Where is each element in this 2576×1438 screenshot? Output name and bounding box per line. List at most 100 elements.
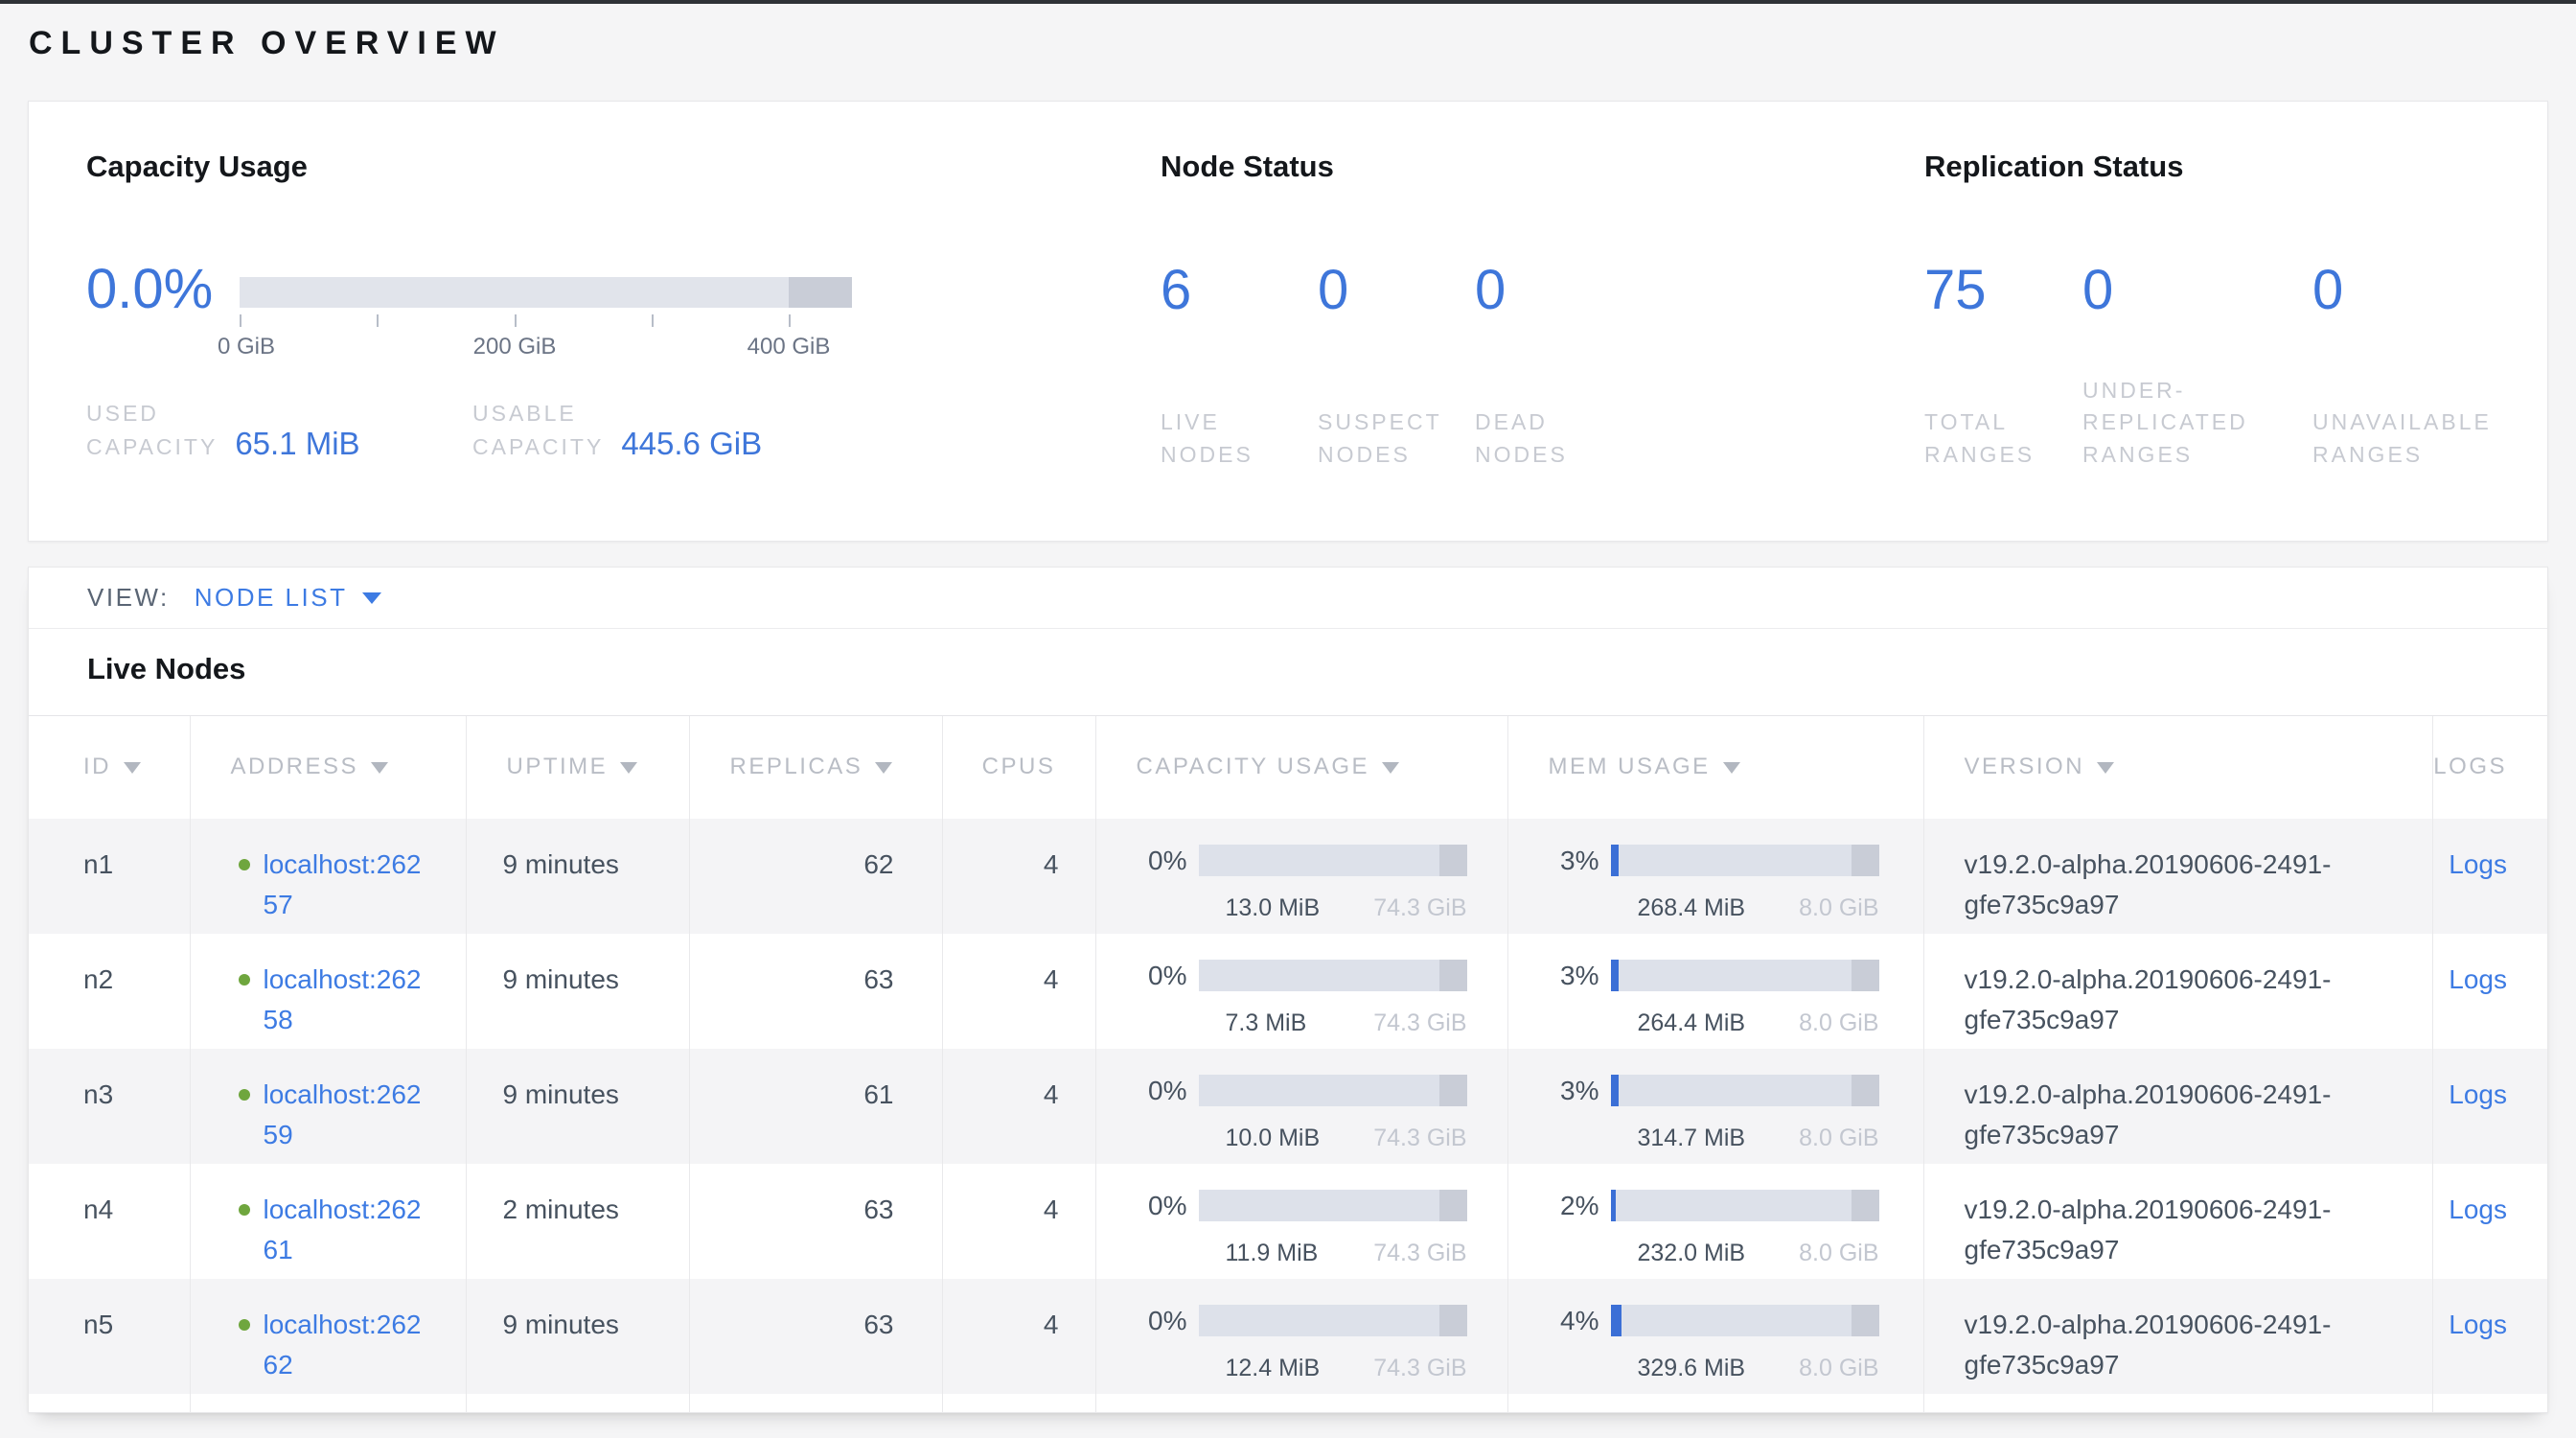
node-id-cell: n1	[29, 819, 190, 934]
label-line: NODES	[1161, 439, 1318, 471]
total-ranges-label: TOTAL RANGES	[1924, 406, 2082, 471]
column-header-address[interactable]: ADDRESS	[190, 716, 466, 819]
column-header-mem-usage[interactable]: MEM USAGE	[1507, 716, 1923, 819]
used-capacity-stat: USED CAPACITY 65.1 MiB	[86, 397, 360, 463]
mem-meter-reserved-segment	[1852, 960, 1879, 991]
node-cpus-cell: 4	[942, 1164, 1095, 1279]
node-address-link[interactable]: localhost:26257	[264, 845, 430, 925]
column-header-id[interactable]: ID	[29, 716, 190, 819]
node-id: n2	[83, 964, 113, 994]
node-cpus: 4	[1044, 964, 1059, 994]
node-replicas: 61	[863, 1079, 893, 1109]
column-header-uptime[interactable]: UPTIME	[466, 716, 689, 819]
node-logs-link[interactable]: Logs	[2449, 1079, 2507, 1109]
node-logs-cell: Logs	[2432, 1164, 2547, 1279]
node-address-link[interactable]: localhost:26262	[264, 1305, 430, 1385]
column-header-cpus: CPUS	[942, 716, 1095, 819]
node-version-cell: v19.2.0-alpha.20190606-2491-gfe735c9a97	[1923, 1049, 2432, 1164]
capacity-usage-section: Capacity Usage 0.0% 0 GiB 200 GiB 400 Gi…	[86, 102, 1121, 541]
node-capacity-usage-cell: 0% 7.3 MiB 74.3 GiB	[1095, 934, 1507, 1049]
node-id-cell: n4	[29, 1164, 190, 1279]
capacity-percent: 0%	[1138, 1075, 1199, 1106]
node-uptime: 9 minutes	[503, 1079, 619, 1109]
label-line: RANGES	[2312, 439, 2492, 471]
suspect-nodes-label: SUSPECT NODES	[1318, 406, 1475, 471]
mem-meter-fill	[1611, 960, 1619, 991]
live-nodes-heading: Live Nodes	[29, 629, 2547, 715]
node-version-cell: v19.2.0-alpha.20190606-2491-gfe735c9a97	[1923, 1164, 2432, 1279]
capacity-used-value: 12.4 MiB	[1199, 1351, 1321, 1387]
node-uptime-cell: 2 minutes	[466, 1164, 689, 1279]
capacity-meter-reserved-segment	[1439, 845, 1467, 876]
mem-meter-reserved-segment	[1852, 845, 1879, 876]
dead-nodes-count: 0	[1475, 260, 1506, 321]
node-replicas: 63	[863, 964, 893, 994]
replication-status-title: Replication Status	[1924, 150, 2183, 184]
mem-total-value: 8.0 GiB	[1799, 1351, 1878, 1387]
node-capacity-usage-cell: 0% 13.0 MiB 74.3 GiB	[1095, 819, 1507, 934]
table-header-row: ID ADDRESS UPTIME REPLICAS CPUS CAPACITY…	[29, 716, 2547, 819]
capacity-meter-reserved-segment	[1439, 960, 1467, 991]
node-replicas-cell: 63	[689, 1279, 942, 1394]
usable-capacity-stat: USABLE CAPACITY 445.6 GiB	[472, 397, 762, 463]
mem-meter-fill	[1611, 845, 1619, 876]
node-version-cell: v19.2.0-alpha.20190606-2491-gfe735c9a97	[1923, 819, 2432, 934]
capacity-used-value: 7.3 MiB	[1199, 1006, 1307, 1042]
node-replicas: 63	[863, 1194, 893, 1224]
node-id: n3	[83, 1079, 113, 1109]
table-row: n3 localhost:26259 9 minutes 61 4 0% 10.…	[29, 1049, 2547, 1164]
usable-capacity-value: 445.6 GiB	[621, 425, 762, 463]
column-header-version[interactable]: VERSION	[1923, 716, 2432, 819]
label-line: UNDER-	[2082, 375, 2312, 406]
dead-nodes-label: DEAD NODES	[1475, 406, 1568, 471]
node-uptime: 9 minutes	[503, 849, 619, 879]
label-line: NODES	[1475, 439, 1568, 471]
node-live-status-icon	[239, 974, 250, 986]
node-address-link[interactable]: localhost:26258	[264, 960, 430, 1040]
node-version: v19.2.0-alpha.20190606-2491-gfe735c9a97	[1965, 1190, 2391, 1270]
node-address-link[interactable]: localhost:26261	[264, 1190, 430, 1270]
column-label: CPUS	[982, 754, 1056, 779]
node-mem-usage-cell: 2% 232.0 MiB 8.0 GiB	[1507, 1164, 1923, 1279]
capacity-used-value: 13.0 MiB	[1199, 891, 1321, 927]
sort-arrow-icon	[1723, 762, 1740, 774]
axis-label-200gib: 200 GiB	[473, 334, 557, 360]
column-header-capacity-usage[interactable]: CAPACITY USAGE	[1095, 716, 1507, 819]
mem-total-value: 8.0 GiB	[1799, 1121, 1878, 1157]
node-logs-cell: Logs	[2432, 1049, 2547, 1164]
node-version: v19.2.0-alpha.20190606-2491-gfe735c9a97	[1965, 1075, 2391, 1155]
mem-used-value: 329.6 MiB	[1611, 1351, 1746, 1387]
view-mode-dropdown[interactable]: NODE LIST	[195, 583, 382, 613]
mem-total-value: 8.0 GiB	[1799, 1006, 1878, 1042]
axis-tick	[789, 314, 791, 327]
node-version-cell: v19.2.0-alpha.20190606-2491-gfe735c9a97	[1923, 1279, 2432, 1394]
capacity-total-value: 74.3 GiB	[1373, 1006, 1466, 1042]
label-line: CAPACITY	[86, 430, 218, 464]
node-mem-usage-cell: 3% 264.4 MiB 8.0 GiB	[1507, 934, 1923, 1049]
node-address-link[interactable]: localhost:26259	[264, 1075, 430, 1155]
mem-used-value: 268.4 MiB	[1611, 891, 1746, 927]
node-list-card: VIEW: NODE LIST Live Nodes ID ADDRESS UP…	[28, 567, 2548, 1413]
node-logs-link[interactable]: Logs	[2449, 1310, 2507, 1339]
replication-status-values: 75 0 0	[1924, 260, 2343, 321]
column-label: CAPACITY USAGE	[1137, 754, 1370, 779]
axis-label-400gib: 400 GiB	[748, 334, 831, 360]
node-cpus: 4	[1044, 1194, 1059, 1224]
mem-meter-track	[1611, 960, 1879, 991]
capacity-meter-track	[1199, 960, 1467, 991]
page-title: CLUSTER OVERVIEW	[29, 25, 505, 62]
view-label: VIEW:	[87, 583, 170, 613]
column-header-replicas[interactable]: REPLICAS	[689, 716, 942, 819]
node-logs-cell: Logs	[2432, 819, 2547, 934]
capacity-percent: 0%	[1138, 1305, 1199, 1336]
node-logs-link[interactable]: Logs	[2449, 849, 2507, 879]
node-logs-link[interactable]: Logs	[2449, 1194, 2507, 1224]
cluster-summary-card: Capacity Usage 0.0% 0 GiB 200 GiB 400 Gi…	[28, 101, 2548, 542]
column-label: MEM USAGE	[1549, 754, 1711, 779]
node-uptime-cell: 9 minutes	[466, 934, 689, 1049]
unavailable-ranges-label: UNAVAILABLE RANGES	[2312, 406, 2492, 471]
mem-meter-fill	[1611, 1190, 1617, 1221]
column-label: UPTIME	[507, 754, 609, 779]
node-logs-link[interactable]: Logs	[2449, 964, 2507, 994]
node-id-cell: n2	[29, 934, 190, 1049]
